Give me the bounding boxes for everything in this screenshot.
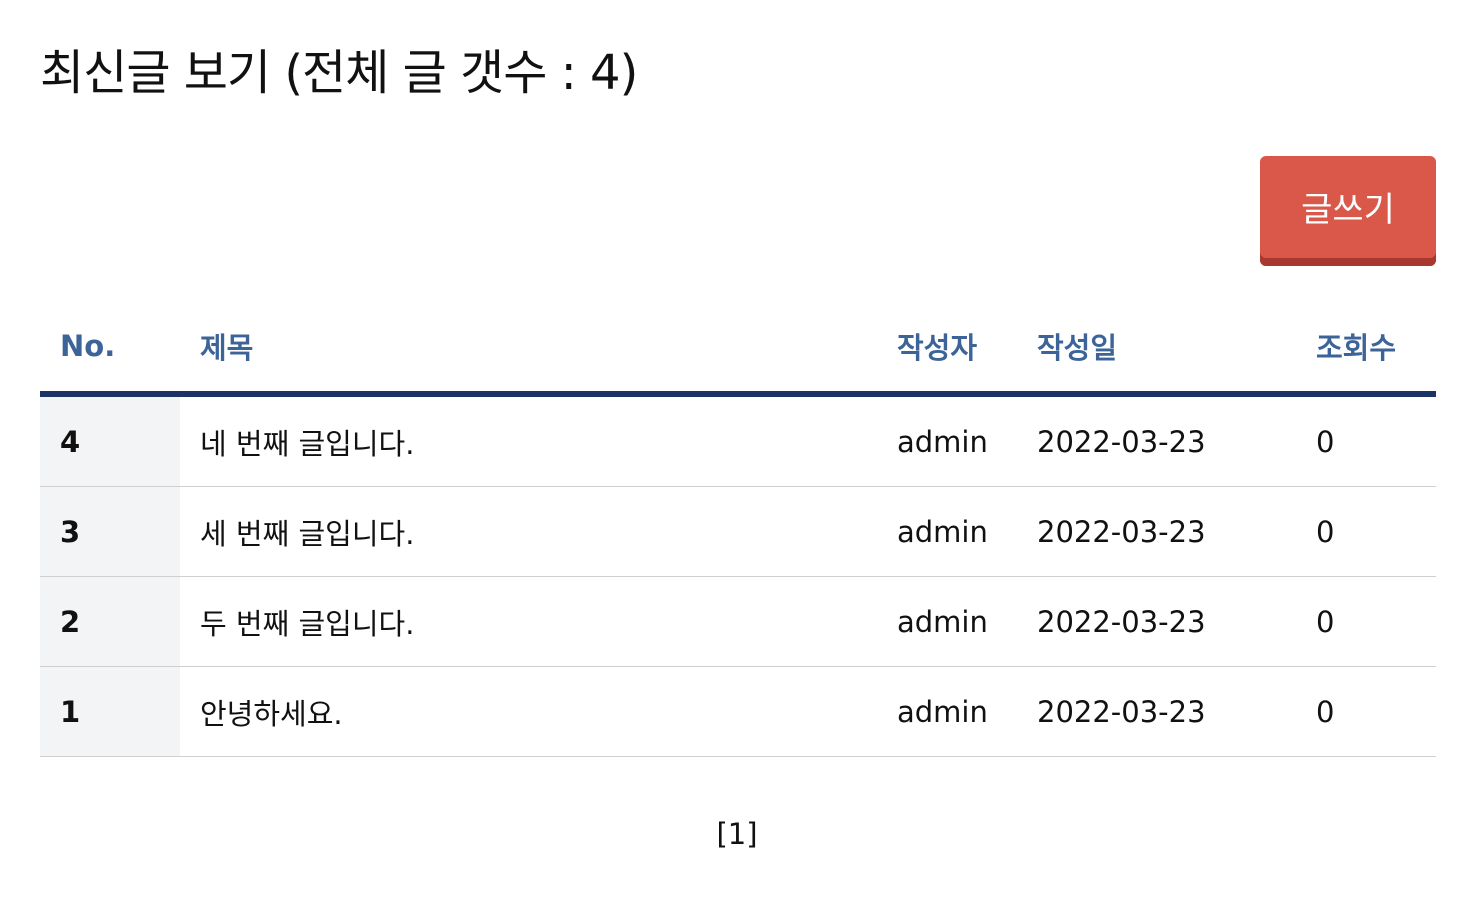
post-writer: admin <box>897 666 1037 757</box>
post-views: 0 <box>1316 486 1436 577</box>
post-writer: admin <box>897 394 1037 487</box>
post-title-link[interactable]: 세 번째 글입니다. <box>180 486 897 577</box>
table-row[interactable]: 1 안녕하세요. admin 2022-03-23 0 <box>40 666 1436 757</box>
page-title: 최신글 보기 (전체 글 갯수 : 4) <box>40 45 638 101</box>
post-number: 3 <box>40 486 180 577</box>
post-date: 2022-03-23 <box>1037 394 1316 487</box>
post-title-link[interactable]: 안녕하세요. <box>180 666 897 757</box>
post-writer: admin <box>897 576 1037 667</box>
pagination: [1] <box>0 814 1474 854</box>
post-table: No. 제목 작성자 작성일 조회수 4 네 번째 글입니다. admin 20… <box>40 300 1436 757</box>
post-views: 0 <box>1316 576 1436 667</box>
post-date: 2022-03-23 <box>1037 666 1316 757</box>
column-header-date: 작성일 <box>1037 300 1316 397</box>
write-button[interactable]: 글쓰기 <box>1260 156 1436 266</box>
post-title-link[interactable]: 두 번째 글입니다. <box>180 576 897 667</box>
table-row[interactable]: 3 세 번째 글입니다. admin 2022-03-23 0 <box>40 486 1436 577</box>
post-date: 2022-03-23 <box>1037 486 1316 577</box>
post-number: 2 <box>40 576 180 667</box>
post-views: 0 <box>1316 666 1436 757</box>
column-header-views: 조회수 <box>1316 300 1436 397</box>
post-number: 1 <box>40 666 180 757</box>
column-header-title: 제목 <box>180 300 897 397</box>
board-page: 최신글 보기 (전체 글 갯수 : 4) 글쓰기 No. 제목 작성자 작성일 … <box>0 0 1474 902</box>
page-link-1[interactable]: [1] <box>716 817 757 851</box>
table-row[interactable]: 2 두 번째 글입니다. admin 2022-03-23 0 <box>40 576 1436 667</box>
post-views: 0 <box>1316 394 1436 487</box>
post-date: 2022-03-23 <box>1037 576 1316 667</box>
column-header-no: No. <box>40 300 180 397</box>
post-writer: admin <box>897 486 1037 577</box>
table-row[interactable]: 4 네 번째 글입니다. admin 2022-03-23 0 <box>40 394 1436 487</box>
post-title-link[interactable]: 네 번째 글입니다. <box>180 394 897 487</box>
post-number: 4 <box>40 394 180 487</box>
column-header-writer: 작성자 <box>897 300 1037 397</box>
table-header-row: No. 제목 작성자 작성일 조회수 <box>40 300 1436 397</box>
